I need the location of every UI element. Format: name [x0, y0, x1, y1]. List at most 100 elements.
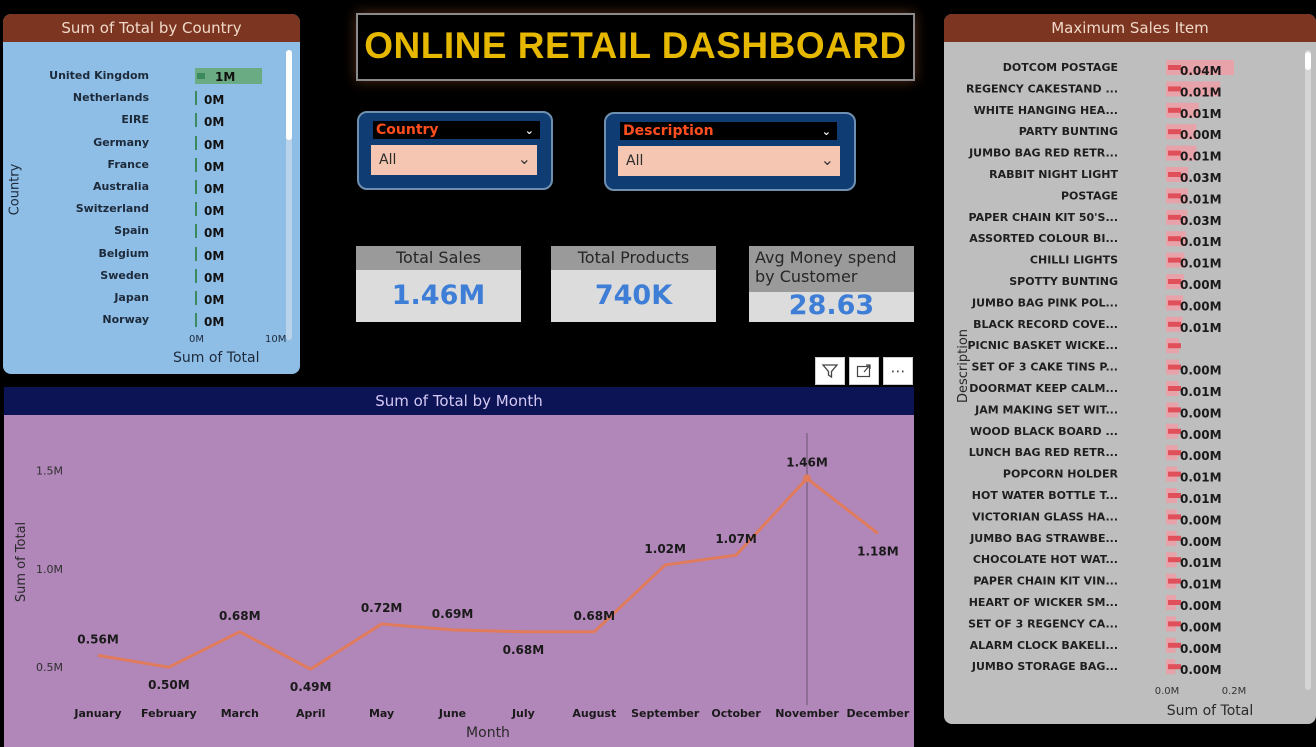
item-bar-value: 0.01M: [1180, 85, 1222, 99]
item-name: JUMBO BAG STRAWBE...: [969, 532, 1118, 545]
items-x-tick: 0.2M: [1222, 686, 1247, 697]
month-data-label: 0.50M: [148, 678, 190, 692]
country-chart-x-label: Sum of Total: [173, 350, 260, 366]
chevron-down-icon[interactable]: ⌄: [525, 122, 534, 140]
item-name: REGENCY CAKESTAND ...: [966, 82, 1118, 95]
item-bar-value: 0.01M: [1180, 257, 1222, 271]
item-bar-value: 0.00M: [1180, 299, 1222, 313]
item-bar-value: 0.00M: [1180, 599, 1222, 613]
item-bar-value: 0.01M: [1180, 150, 1222, 164]
country-bar-row[interactable]: EIRE 0M: [3, 110, 293, 132]
item-name: PAPER CHAIN KIT VIN...: [973, 575, 1118, 588]
country-slicer-title: Country: [376, 122, 439, 138]
item-bar-value: 0.01M: [1180, 235, 1222, 249]
month-data-label: 0.68M: [574, 609, 616, 623]
month-data-label: 1.18M: [857, 544, 899, 558]
description-slicer[interactable]: Description ⌄ All ⌄: [604, 112, 856, 191]
country-bar-row[interactable]: Sweden 0M: [3, 266, 293, 288]
month-data-label: 0.68M: [219, 609, 261, 623]
country-bar-row[interactable]: Norway 0M: [3, 310, 293, 332]
item-name: SPOTTY BUNTING: [1009, 275, 1118, 288]
country-scroll-thumb[interactable]: [286, 50, 292, 140]
country-bar[interactable]: [195, 224, 197, 239]
focus-mode-icon[interactable]: [849, 357, 879, 385]
country-bar-marker: [197, 73, 205, 79]
country-slicer-dropdown[interactable]: All ⌄: [371, 145, 537, 175]
total-sales-card[interactable]: Total Sales 1.46M: [356, 246, 521, 322]
country-bar[interactable]: [195, 180, 197, 194]
country-x-tick: 10M: [265, 334, 287, 345]
country-bar-row[interactable]: Spain 0M: [3, 221, 293, 243]
item-bar-value: 0.00M: [1180, 642, 1222, 656]
country-bar[interactable]: [195, 313, 197, 328]
item-bar-value: 0.00M: [1180, 663, 1222, 677]
dropdown-arrow-icon[interactable]: ⌄: [821, 150, 834, 169]
country-bar-row[interactable]: France 0M: [3, 155, 293, 177]
country-bar-value: 0M: [204, 315, 225, 330]
month-highlight-point[interactable]: [803, 474, 811, 483]
item-bar-value: 0.03M: [1180, 214, 1222, 228]
country-bar-row[interactable]: Netherlands 0M: [3, 88, 293, 110]
month-data-label: 0.68M: [503, 643, 545, 657]
country-bar[interactable]: [195, 246, 197, 261]
country-bar-row[interactable]: Australia 0M: [3, 177, 293, 199]
country-bar-row[interactable]: Germany 0M: [3, 133, 293, 155]
month-x-tick: September: [631, 707, 700, 720]
month-data-label: 1.02M: [644, 542, 686, 556]
month-x-tick: December: [847, 707, 910, 720]
dropdown-arrow-icon[interactable]: ⌄: [518, 149, 531, 168]
month-data-label: 0.56M: [77, 632, 119, 646]
month-chart-panel[interactable]: 0.5M 1.0M 1.5M Sum of Total Month 0.56M Januar…: [4, 387, 914, 747]
items-scroll-thumb[interactable]: [1305, 52, 1311, 70]
total-sales-label: Total Sales: [356, 246, 521, 270]
avg-spend-card[interactable]: Avg Money spend by Customer 28.63: [749, 246, 914, 322]
country-bar-row[interactable]: United Kingdom 1M: [3, 66, 293, 88]
more-options-icon[interactable]: ⋯: [883, 357, 913, 385]
country-chart-panel[interactable]: Sum of Total by Country Country United K…: [3, 14, 300, 374]
items-scrollbar[interactable]: [1305, 50, 1311, 690]
country-name: Sweden: [100, 268, 149, 282]
country-bar[interactable]: [195, 135, 197, 150]
country-slicer[interactable]: Country ⌄ All ⌄: [357, 111, 553, 190]
month-series-line[interactable]: [97, 476, 879, 671]
avg-spend-label-line2: by Customer: [755, 267, 858, 286]
total-products-card[interactable]: Total Products 740K: [551, 246, 716, 322]
items-chart-panel[interactable]: Maximum Sales Item DOTCOM POSTAGE 0.04M RE…: [944, 14, 1316, 724]
country-bar-row[interactable]: Switzerland 0M: [3, 199, 293, 221]
country-bar[interactable]: [195, 202, 197, 217]
country-bar[interactable]: [195, 268, 197, 283]
month-x-tick: June: [438, 707, 466, 720]
description-slicer-dropdown[interactable]: All ⌄: [618, 146, 840, 176]
item-name: CHILLI LIGHTS: [1030, 254, 1118, 267]
country-bar[interactable]: [195, 91, 197, 106]
country-bar[interactable]: [195, 291, 197, 305]
item-bar-value: 0.01M: [1180, 321, 1222, 335]
month-line-chart: 0.5M 1.0M 1.5M Sum of Total Month 0.56M Januar…: [14, 433, 910, 741]
country-bar[interactable]: [195, 113, 197, 128]
filter-icon[interactable]: [815, 357, 845, 385]
item-bar-value: 0.01M: [1180, 107, 1222, 121]
month-x-tick: April: [296, 707, 325, 720]
country-bar-row[interactable]: Japan 0M: [3, 288, 293, 310]
chevron-down-icon[interactable]: ⌄: [822, 123, 831, 141]
item-name: HEART OF WICKER SM...: [969, 596, 1118, 609]
item-name: JUMBO BAG PINK POL...: [971, 296, 1118, 309]
country-bar-row[interactable]: Belgium 0M: [3, 244, 293, 266]
item-name: DOORMAT KEEP CALM...: [969, 382, 1118, 395]
item-name: SET OF 3 REGENCY CA...: [968, 617, 1118, 630]
item-bar-value: 0.00M: [1180, 428, 1222, 442]
month-y-tick: 1.5M: [36, 465, 63, 478]
country-slicer-value: All: [379, 152, 397, 168]
country-chart-scrollbar[interactable]: [286, 50, 292, 340]
description-slicer-value: All: [626, 153, 644, 169]
item-name: SET OF 3 CAKE TINS P...: [971, 361, 1118, 374]
month-x-tick: July: [511, 707, 535, 720]
country-name: Norway: [102, 313, 149, 327]
country-x-tick: 0M: [189, 334, 204, 345]
country-bar[interactable]: [195, 157, 197, 172]
avg-spend-label-line1: Avg Money spend: [755, 248, 897, 267]
country-chart-title: Sum of Total by Country: [3, 14, 300, 42]
country-name: Belgium: [98, 246, 149, 260]
month-data-label: 0.72M: [361, 601, 403, 615]
avg-spend-label: Avg Money spend by Customer: [749, 246, 914, 292]
